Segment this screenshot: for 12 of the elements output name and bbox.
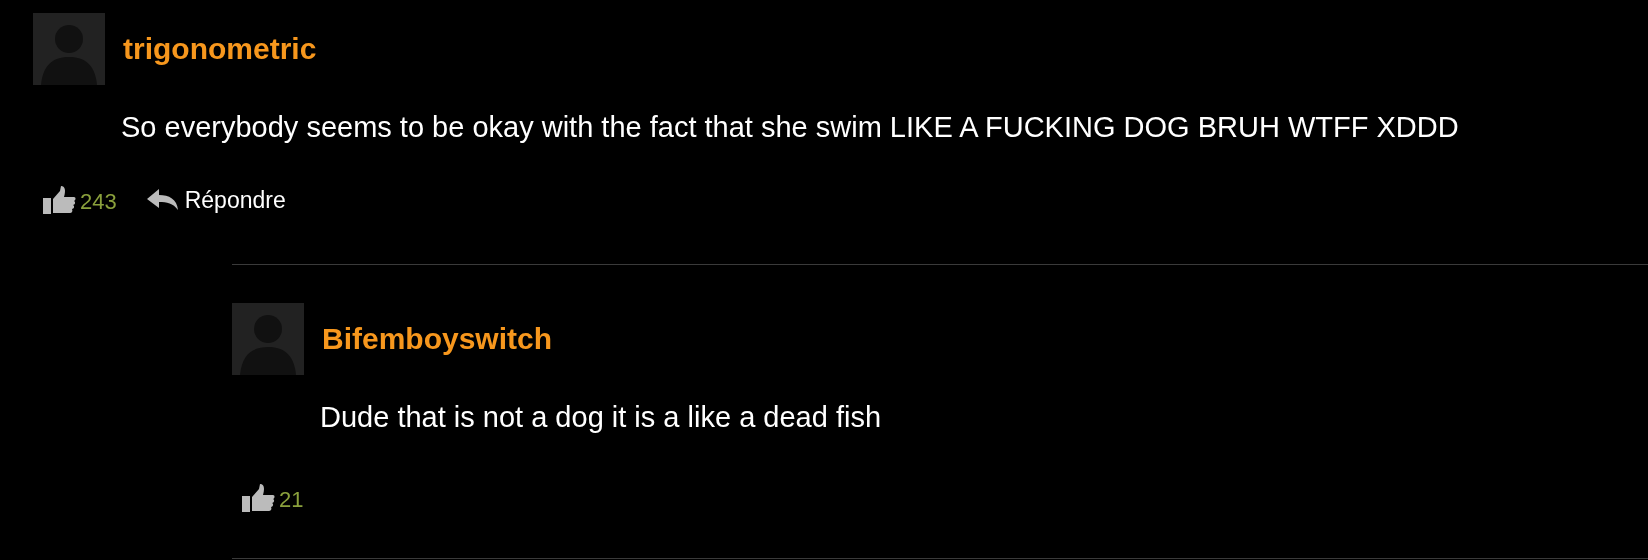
like-count: 21: [279, 487, 304, 513]
comment-text: Dude that is not a dog it is a like a dead fish: [320, 401, 882, 434]
comment-text: So everybody seems to be okay with the fact that she swim LIKE A FUCKING DOG BRUH WTFF XDDD: [121, 111, 1460, 144]
reply-button[interactable]: Répondre: [146, 186, 286, 214]
username[interactable]: trigonometric: [123, 32, 317, 66]
thumbs-up-icon[interactable]: [42, 185, 76, 215]
like-count: 243: [80, 189, 117, 215]
avatar-icon: [33, 13, 105, 85]
avatar-icon: [232, 303, 304, 375]
thumbs-up-icon[interactable]: [241, 483, 275, 513]
username[interactable]: Bifemboyswitch: [322, 322, 553, 356]
reply-arrow-icon: [146, 189, 179, 211]
